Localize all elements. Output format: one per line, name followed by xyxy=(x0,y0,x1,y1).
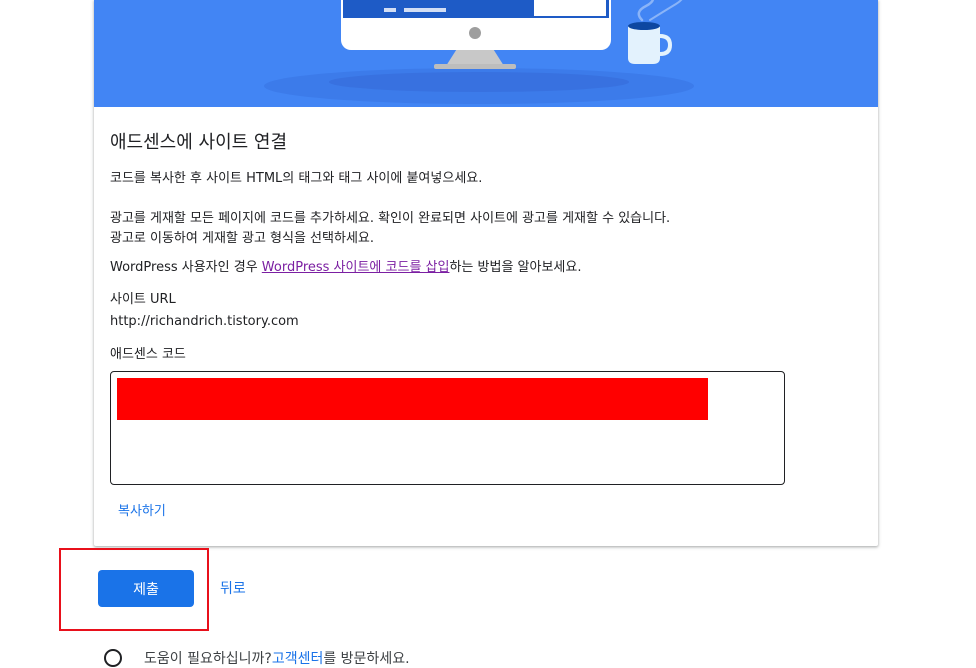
back-link[interactable]: 뒤로 xyxy=(220,578,246,598)
copy-button[interactable]: 복사하기 xyxy=(118,500,166,519)
help-prefix: 도움이 필요하십니까? xyxy=(144,651,272,667)
help-footer: 도움이 필요하십니까? 고객센터 를 방문하세요. xyxy=(104,648,410,668)
placement-text-line1: 광고를 게재할 모든 페이지에 코드를 추가하세요. 확인이 완료되면 사이트에… xyxy=(110,211,671,226)
page-title: 애드센스에 사이트 연결 xyxy=(110,132,288,153)
submit-button[interactable]: 제출 xyxy=(98,570,194,607)
adsense-code-box[interactable] xyxy=(110,371,785,485)
adsense-code-label: 애드센스 코드 xyxy=(110,347,186,362)
connect-site-card: 애드센스에 사이트 연결 코드를 복사한 후 사이트 HTML의 태그와 태그 … xyxy=(94,0,878,546)
help-suffix: 를 방문하세요. xyxy=(323,651,410,667)
wordpress-help-text: WordPress 사용자인 경우 WordPress 사이트에 코드를 삽입하… xyxy=(110,258,581,278)
hero-illustration xyxy=(94,0,878,107)
placement-text-line2: 광고로 이동하여 게재할 광고 형식을 선택하세요. xyxy=(110,231,374,246)
wordpress-suffix: 하는 방법을 알아보세요. xyxy=(449,260,582,275)
monitor-illustration xyxy=(264,0,694,104)
wordpress-insert-code-link[interactable]: WordPress 사이트에 코드를 삽입 xyxy=(262,260,450,275)
redacted-code xyxy=(117,378,708,420)
help-center-link[interactable]: 고객센터 xyxy=(272,648,324,668)
help-icon xyxy=(104,649,122,667)
wordpress-prefix: WordPress 사용자인 경우 xyxy=(110,260,262,275)
instruction-text: 코드를 복사한 후 사이트 HTML의 태그와 태그 사이에 붙여넣으세요. xyxy=(110,171,483,186)
site-url-label: 사이트 URL xyxy=(110,292,176,307)
site-url-value: http://richandrich.tistory.com xyxy=(110,314,299,329)
